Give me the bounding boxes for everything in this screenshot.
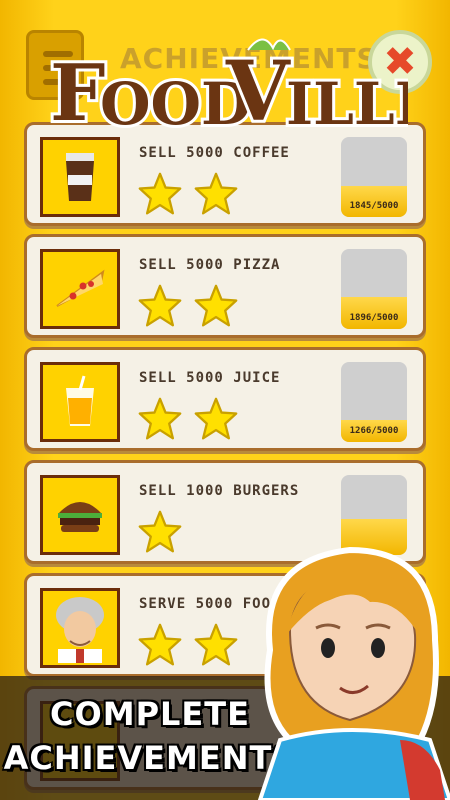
svg-text:F: F [50, 48, 105, 139]
star-icon [194, 172, 238, 215]
mascot-character [257, 546, 450, 800]
pizza-slice-icon [40, 249, 120, 329]
progress-count: 1266/5000 [349, 426, 399, 436]
star-icon [138, 397, 182, 440]
star-rating [137, 171, 239, 217]
star-icon [138, 172, 182, 215]
star-icon [138, 510, 182, 553]
achievement-label: SELL 1000 BURGERS [139, 483, 300, 499]
achievement-card-pizza: SELL 5000 PIZZA 1896/5000 [24, 234, 426, 338]
progress-meter: 1896/5000 [341, 249, 407, 329]
star-rating [137, 509, 183, 555]
chef-avatar-icon [40, 588, 120, 668]
star-icon [194, 623, 238, 666]
star-rating [137, 396, 239, 442]
svg-text:V: V [225, 44, 291, 140]
star-rating [137, 283, 239, 329]
progress-meter: 1266/5000 [341, 362, 407, 442]
juice-cup-icon [40, 362, 120, 442]
star-icon [194, 397, 238, 440]
achievement-label: SELL 5000 JUICE [139, 370, 281, 386]
svg-text:ILLE: ILLE [286, 70, 408, 138]
progress-count: 1845/5000 [349, 201, 399, 211]
achievement-label: SELL 5000 PIZZA [139, 257, 281, 273]
foodville-logo: F OOD V ILLE [48, 38, 408, 143]
star-rating [137, 622, 239, 668]
star-icon [194, 284, 238, 327]
star-icon [138, 623, 182, 666]
burger-icon [40, 475, 120, 555]
achievement-card-juice: SELL 5000 JUICE 1266/5000 [24, 347, 426, 451]
star-icon [138, 284, 182, 327]
progress-count: 1896/5000 [349, 313, 399, 323]
